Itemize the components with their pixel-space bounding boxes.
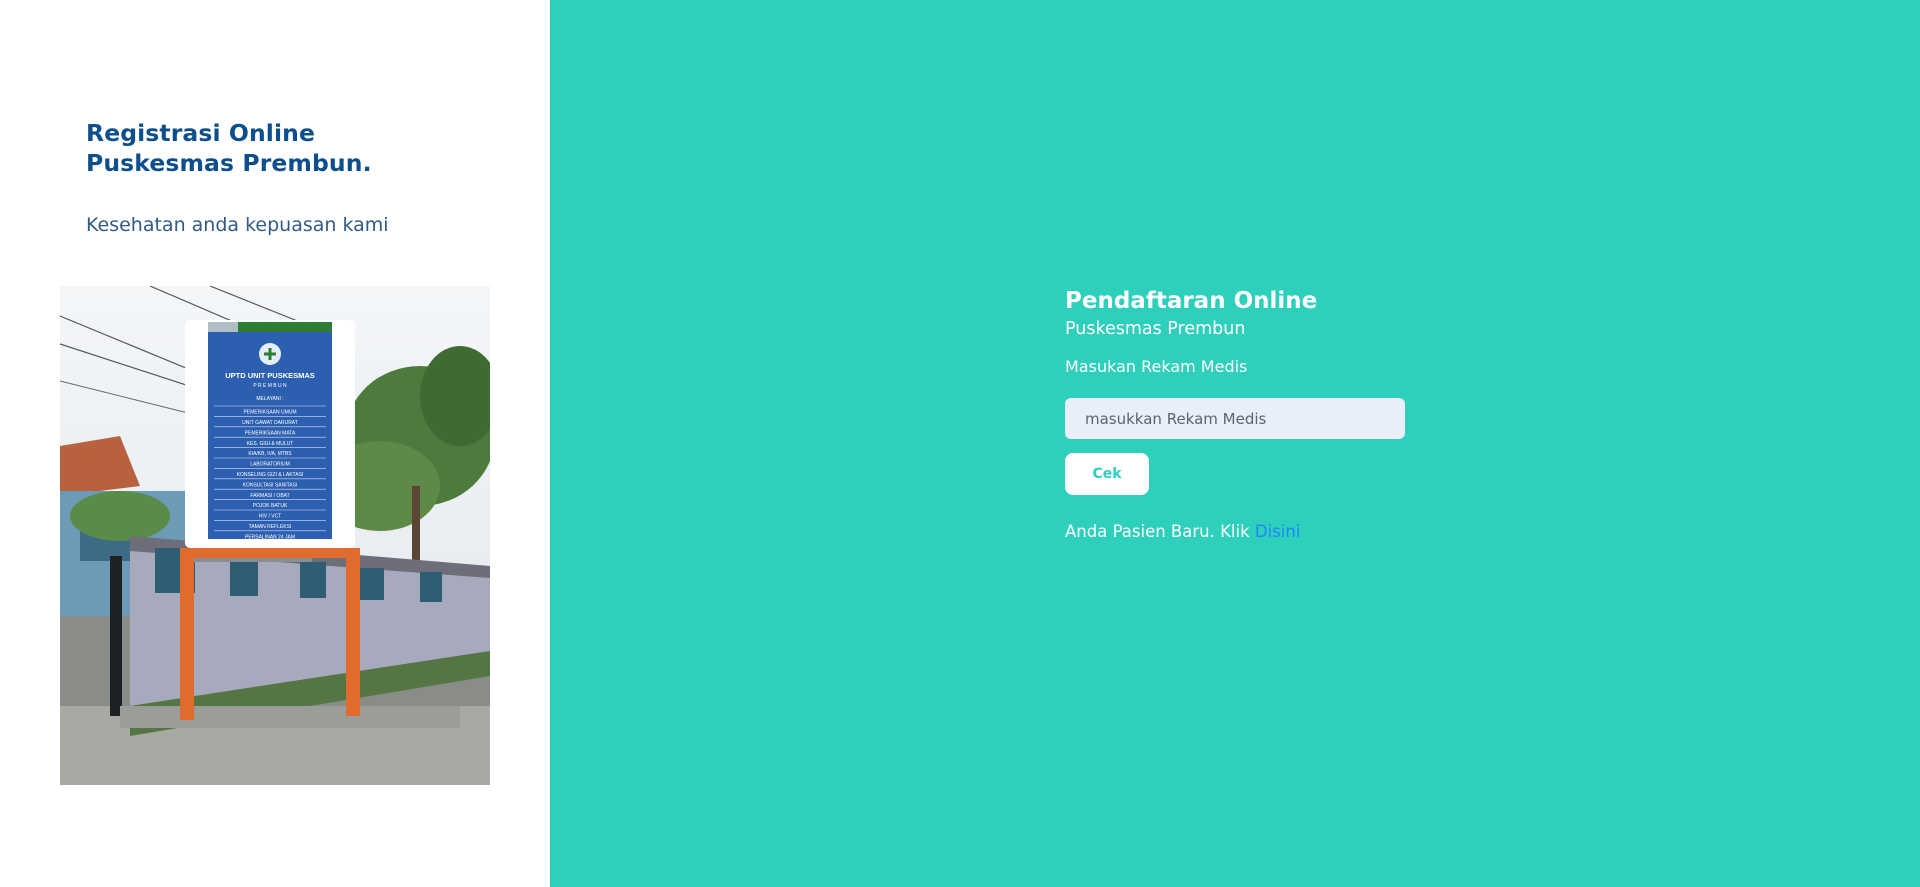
site-title-line2: Puskesmas Prembun. bbox=[86, 149, 372, 177]
sign-service-item: TAMAN REFLEKSI bbox=[249, 524, 292, 530]
sign-header-line2: P R E M B U N bbox=[253, 383, 287, 389]
medical-record-input[interactable] bbox=[1065, 398, 1405, 439]
site-tagline: Kesehatan anda kepuasan kami bbox=[86, 214, 389, 236]
sign-service-item: PERSALINAN 24 JAM bbox=[245, 534, 295, 540]
new-patient-text: Anda Pasien Baru. Klik bbox=[1065, 522, 1250, 541]
site-title: Registrasi Online Puskesmas Prembun. bbox=[86, 118, 372, 178]
site-title-line1: Registrasi Online bbox=[86, 119, 315, 147]
puskesmas-sign-photo: UPTD UNIT PUSKESMAS P R E M B U N MELAYA… bbox=[60, 286, 490, 785]
sign-service-item: FARMASI / OBAT bbox=[250, 493, 289, 499]
sign-service-item: KONSELING GIZI & LAKTASI bbox=[237, 472, 304, 478]
medical-record-form: Pendaftaran Online Puskesmas Prembun Mas… bbox=[1065, 285, 1425, 543]
sign-service-item: KIA/KB, IVA, MTBS bbox=[248, 451, 292, 457]
registration-panel: Pendaftaran Online Puskesmas Prembun Mas… bbox=[550, 0, 1920, 887]
sign-section-label: MELAYANI : bbox=[256, 396, 283, 402]
sign-service-item: PEMERIKSAAN UMUM bbox=[243, 410, 296, 416]
sign-service-item: UNIT GAWAT DARURAT bbox=[242, 420, 298, 426]
medical-record-label: Masukan Rekam Medis bbox=[1065, 357, 1248, 376]
sign-service-item: POJOK BATUK bbox=[253, 503, 288, 509]
form-title: Pendaftaran Online bbox=[1065, 288, 1318, 314]
page-layout: Registrasi Online Puskesmas Prembun. Kes… bbox=[0, 0, 1920, 887]
sign-header-line1: UPTD UNIT PUSKESMAS bbox=[225, 371, 315, 380]
sign-service-item: HIV / VCT bbox=[259, 514, 282, 520]
sign-service-item: PEMERIKSAAN MATA bbox=[245, 430, 296, 436]
sign-service-item: KONSULTASI SANITASI bbox=[243, 482, 298, 488]
sign-service-item: LABORATORIUM bbox=[250, 462, 290, 468]
sign-service-item: KES. GIGI & MULUT bbox=[247, 441, 294, 447]
cek-button[interactable]: Cek bbox=[1065, 453, 1149, 495]
info-panel: Registrasi Online Puskesmas Prembun. Kes… bbox=[0, 0, 550, 887]
form-subtitle: Puskesmas Prembun bbox=[1065, 319, 1246, 339]
new-patient-prompt: Anda Pasien Baru. Klik Disini bbox=[1065, 521, 1425, 543]
new-patient-link[interactable]: Disini bbox=[1255, 522, 1301, 541]
